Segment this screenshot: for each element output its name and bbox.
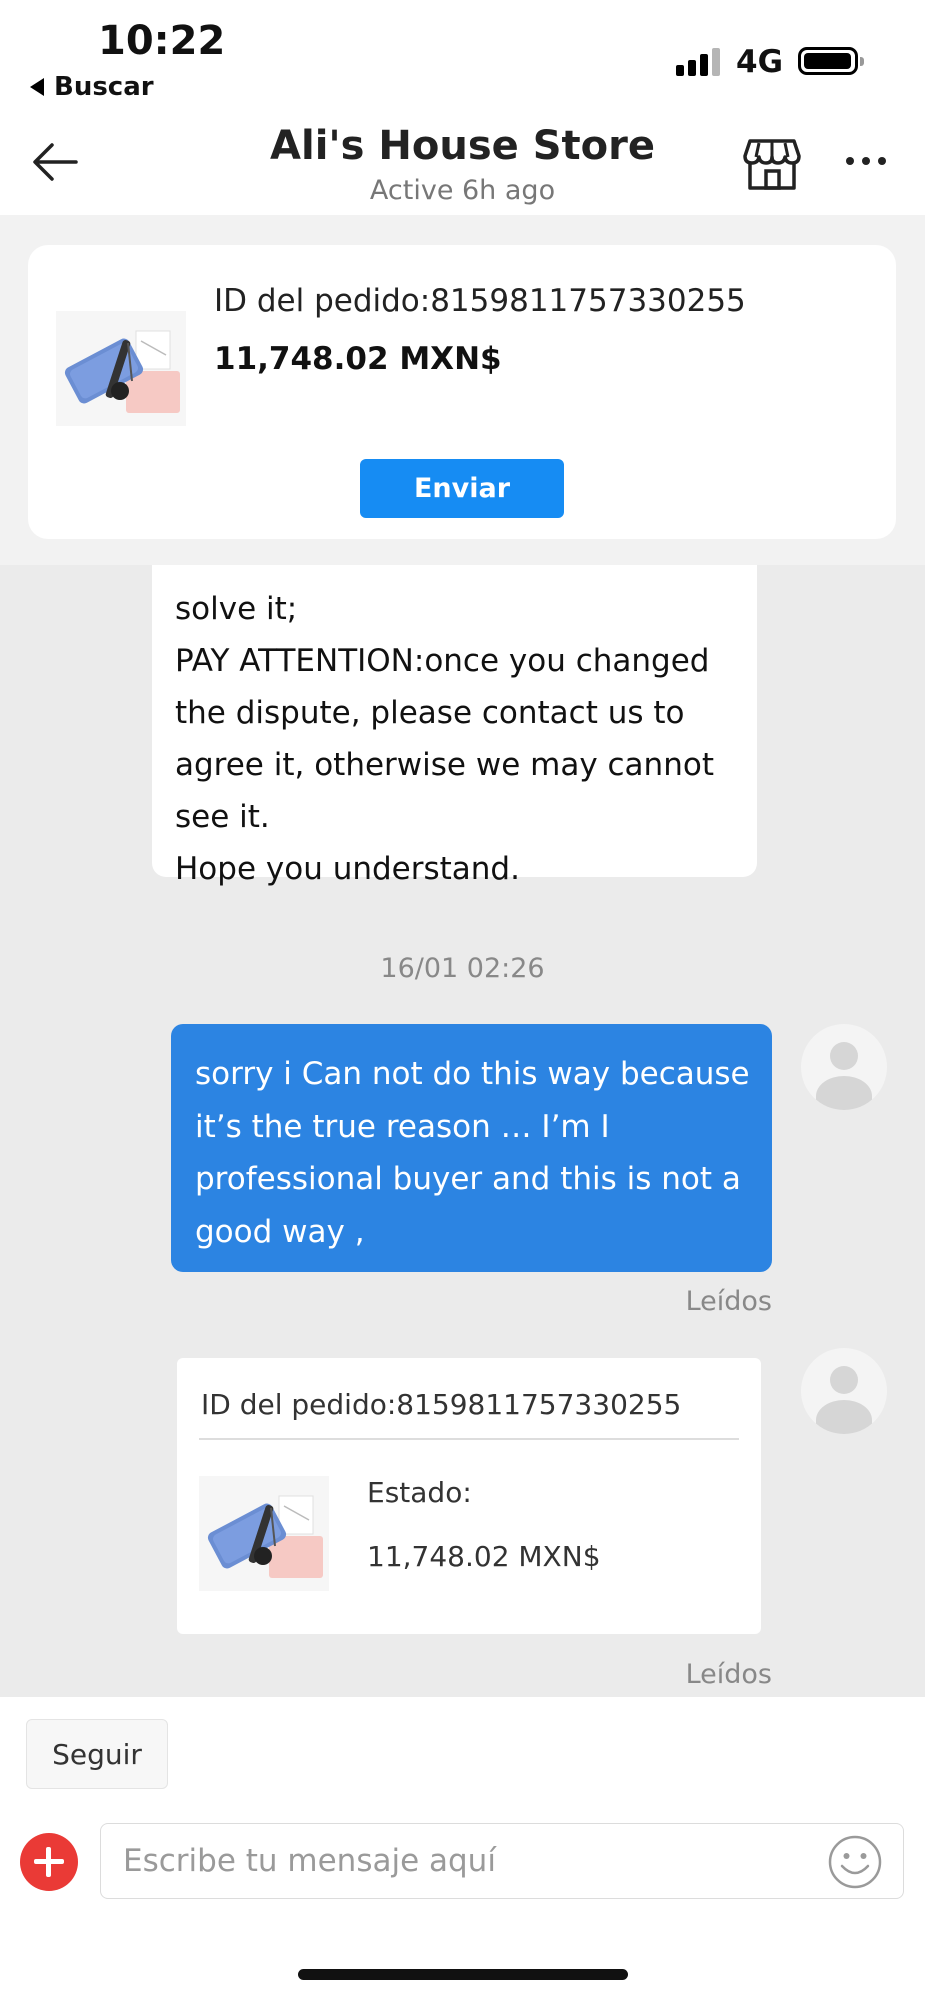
pinned-order-panel: ID del pedido:8159811757330255 11,748.02… bbox=[0, 215, 925, 565]
read-receipt: Leídos bbox=[685, 1659, 772, 1690]
status-bar: 10:22 Buscar 4G bbox=[0, 0, 925, 115]
avatar[interactable] bbox=[801, 1024, 887, 1110]
message-line: sorry i Can not do this way because bbox=[195, 1056, 750, 1092]
message-line: PAY ATTENTION:once you changed bbox=[175, 643, 710, 679]
message-line: professional buyer and this is not a bbox=[195, 1161, 741, 1197]
message-line: agree it, otherwise we may cannot bbox=[175, 747, 714, 783]
send-order-button[interactable]: Enviar bbox=[360, 459, 564, 518]
network-type: 4G bbox=[736, 44, 784, 80]
smiley-icon[interactable] bbox=[827, 1834, 883, 1890]
product-thumbnail bbox=[56, 311, 186, 426]
message-line: it’s the true reason … I’m I bbox=[195, 1108, 610, 1145]
store-icon[interactable] bbox=[742, 133, 802, 193]
status-time: 10:22 bbox=[98, 18, 226, 64]
order-status-label: Estado: bbox=[367, 1476, 472, 1509]
back-to-app-link[interactable]: Buscar bbox=[30, 72, 154, 102]
message-line: see it. bbox=[175, 799, 270, 835]
order-card-price: 11,748.02 MXN$ bbox=[367, 1540, 601, 1573]
outgoing-message-bubble: sorry i Can not do this way because it’s… bbox=[171, 1024, 772, 1272]
signal-icon bbox=[676, 46, 724, 76]
pinned-order-price: 11,748.02 MXN$ bbox=[214, 341, 502, 377]
message-line: solve it; bbox=[175, 591, 298, 627]
back-triangle-icon bbox=[30, 78, 44, 96]
pinned-order-id: ID del pedido:8159811757330255 bbox=[214, 283, 746, 319]
home-indicator bbox=[298, 1969, 628, 1980]
composer-area: Seguir bbox=[0, 1697, 925, 2000]
more-dots-icon[interactable] bbox=[846, 157, 886, 165]
message-list[interactable]: solve it; PAY ATTENTION:once you changed… bbox=[0, 565, 925, 1697]
pinned-order-card[interactable]: ID del pedido:8159811757330255 11,748.02… bbox=[28, 245, 896, 539]
message-line: the dispute, please contact us to bbox=[175, 695, 685, 731]
message-timestamp: 16/01 02:26 bbox=[380, 953, 545, 984]
battery-icon bbox=[798, 47, 864, 75]
order-card-id: ID del pedido:8159811757330255 bbox=[201, 1388, 682, 1421]
back-to-app-label: Buscar bbox=[54, 72, 154, 102]
avatar[interactable] bbox=[801, 1348, 887, 1434]
product-thumbnail bbox=[199, 1476, 329, 1591]
divider bbox=[199, 1438, 739, 1440]
read-receipt: Leídos bbox=[685, 1286, 772, 1317]
message-line: good way , bbox=[195, 1213, 365, 1250]
order-card-message[interactable]: ID del pedido:8159811757330255 Estado: 1… bbox=[177, 1358, 761, 1634]
chat-header: Ali's House Store Active 6h ago bbox=[0, 115, 925, 215]
message-line: Hope you understand. bbox=[175, 851, 520, 887]
follow-button[interactable]: Seguir bbox=[26, 1719, 168, 1789]
message-input[interactable] bbox=[100, 1823, 904, 1899]
plus-icon[interactable] bbox=[20, 1833, 78, 1891]
incoming-message-bubble: solve it; PAY ATTENTION:once you changed… bbox=[152, 565, 757, 887]
